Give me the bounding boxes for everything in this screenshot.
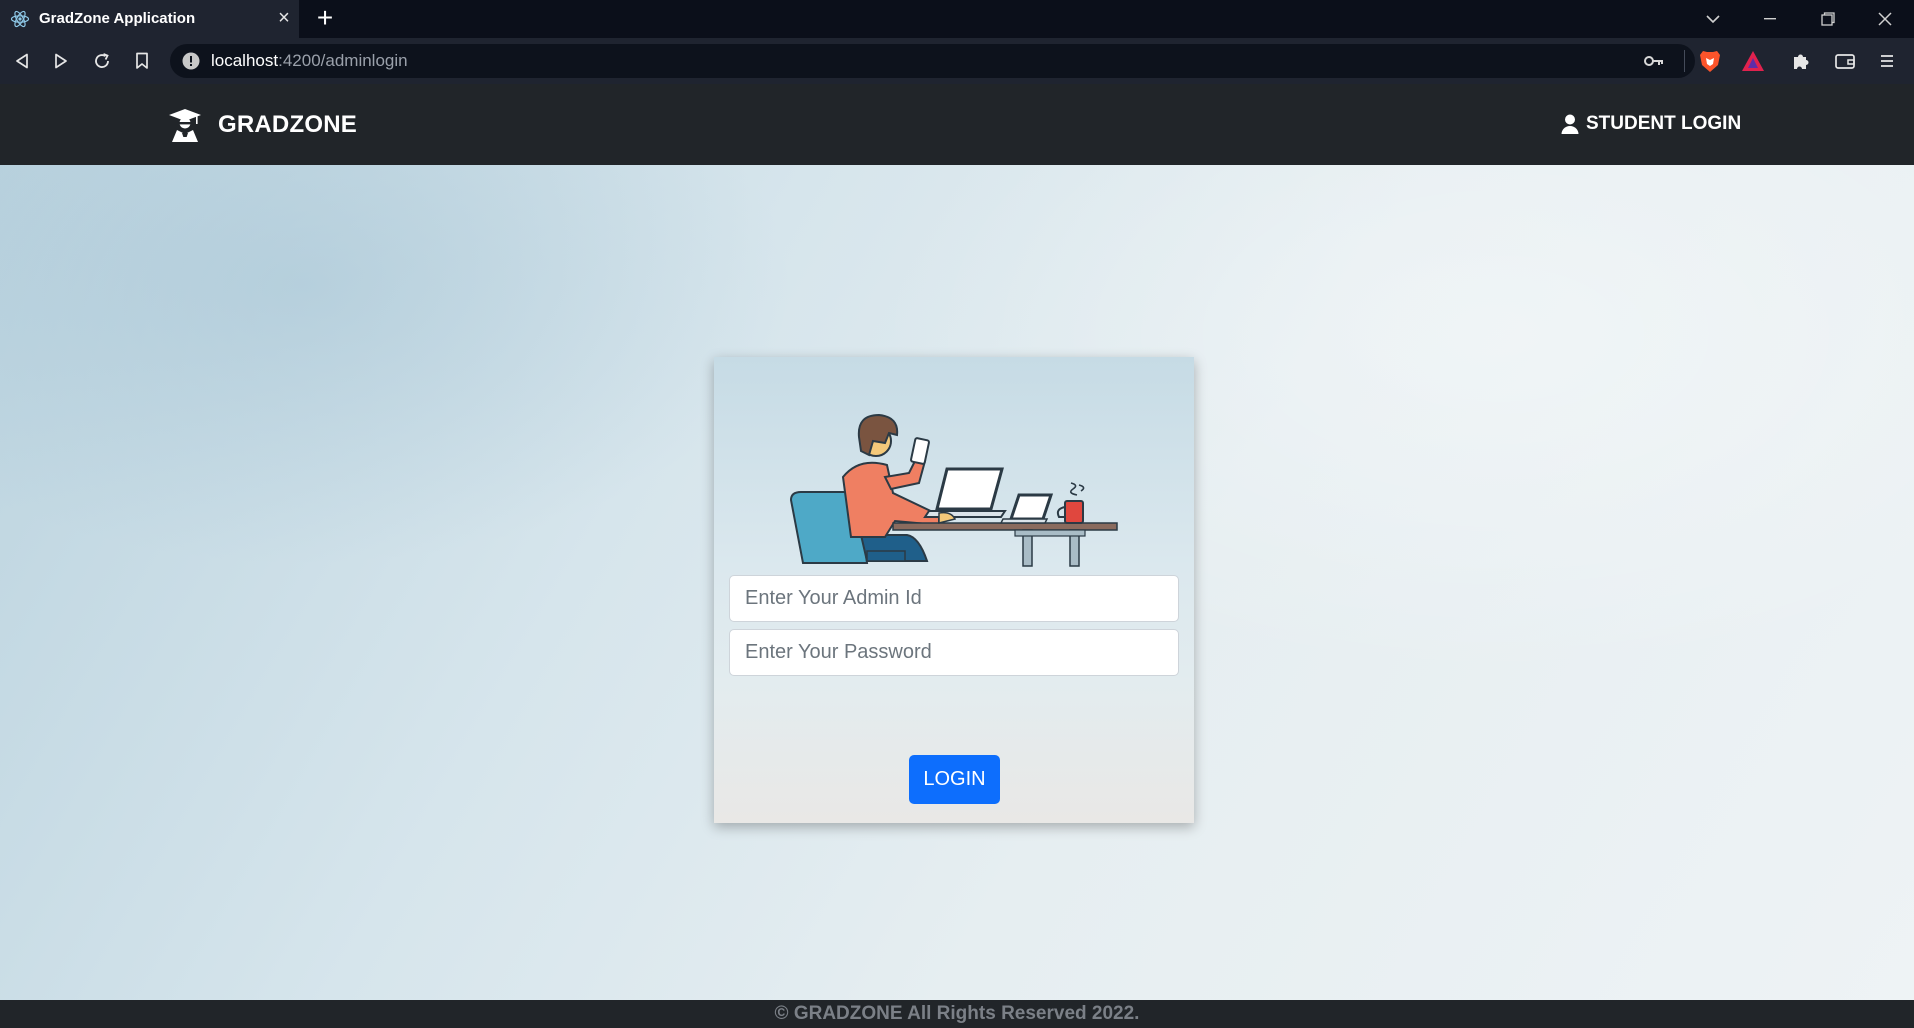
- browser-toolbar: localhost:4200/adminlogin: [0, 38, 1914, 84]
- browser-menu-button[interactable]: [1874, 48, 1900, 74]
- tab-close-button[interactable]: ×: [273, 7, 295, 29]
- brand-name: GRADZONE: [218, 111, 357, 138]
- page-footer: © GRADZONE All Rights Reserved 2022.: [0, 1000, 1914, 1028]
- brave-lion-icon: [1700, 51, 1720, 72]
- close-window-button[interactable]: [1862, 0, 1908, 38]
- url-path: :4200/adminlogin: [278, 51, 408, 70]
- brave-shields-button[interactable]: [1697, 48, 1723, 74]
- brand-link[interactable]: GRADZONE: [166, 106, 357, 144]
- url-text[interactable]: localhost:4200/adminlogin: [211, 51, 408, 71]
- wallet-icon: [1835, 54, 1855, 69]
- brave-rewards-button[interactable]: [1740, 48, 1766, 74]
- chevron-down-icon: [1706, 14, 1720, 23]
- person-at-desk-illustration: [789, 413, 1118, 567]
- new-tab-button[interactable]: +: [312, 4, 338, 32]
- extensions-button[interactable]: [1788, 48, 1814, 74]
- login-button[interactable]: LOGIN: [909, 755, 1000, 804]
- minimize-icon: [1764, 18, 1776, 20]
- puzzle-piece-icon: [1794, 54, 1809, 69]
- tab-title: GradZone Application: [39, 10, 196, 27]
- browser-tab-strip: GradZone Application × +: [0, 0, 1914, 38]
- toolbar-separator: [1684, 50, 1685, 72]
- forward-triangle-icon: [55, 53, 67, 69]
- hamburger-menu-icon: [1881, 55, 1893, 67]
- key-icon[interactable]: [1643, 52, 1665, 70]
- wallet-button[interactable]: [1832, 48, 1858, 74]
- password-input[interactable]: [729, 629, 1179, 676]
- restore-icon: [1821, 12, 1835, 26]
- site-info-icon[interactable]: [182, 52, 200, 70]
- admin-login-card: LOGIN: [714, 357, 1194, 823]
- user-icon: [1561, 114, 1579, 134]
- graduate-logo-icon: [169, 109, 201, 142]
- forward-button[interactable]: [46, 46, 76, 76]
- tab-search-dropdown-button[interactable]: [1690, 0, 1736, 38]
- page-viewport: GRADZONE STUDENT LOGIN Enter Your Admin …: [0, 84, 1914, 1028]
- back-button[interactable]: [7, 46, 37, 76]
- rewards-triangle-icon: [1742, 51, 1764, 71]
- back-triangle-icon: [16, 53, 28, 69]
- address-bar[interactable]: localhost:4200/adminlogin: [170, 44, 1695, 78]
- student-login-link[interactable]: STUDENT LOGIN: [1561, 113, 1741, 135]
- admin-id-input[interactable]: [729, 575, 1179, 622]
- restore-button[interactable]: [1805, 0, 1851, 38]
- bookmark-icon: [136, 52, 148, 69]
- url-host: localhost: [211, 51, 279, 70]
- bookmark-button[interactable]: [127, 46, 157, 76]
- footer-copyright: © GRADZONE All Rights Reserved 2022.: [774, 1003, 1140, 1024]
- minimize-button[interactable]: [1747, 0, 1793, 38]
- reload-icon: [95, 53, 109, 68]
- react-favicon-icon: [10, 10, 30, 28]
- student-login-label: STUDENT LOGIN: [1586, 113, 1742, 134]
- reload-button[interactable]: [87, 46, 117, 76]
- top-navbar: GRADZONE STUDENT LOGIN: [0, 84, 1914, 165]
- close-icon: [1878, 12, 1892, 26]
- browser-tab-active[interactable]: GradZone Application ×: [0, 0, 299, 38]
